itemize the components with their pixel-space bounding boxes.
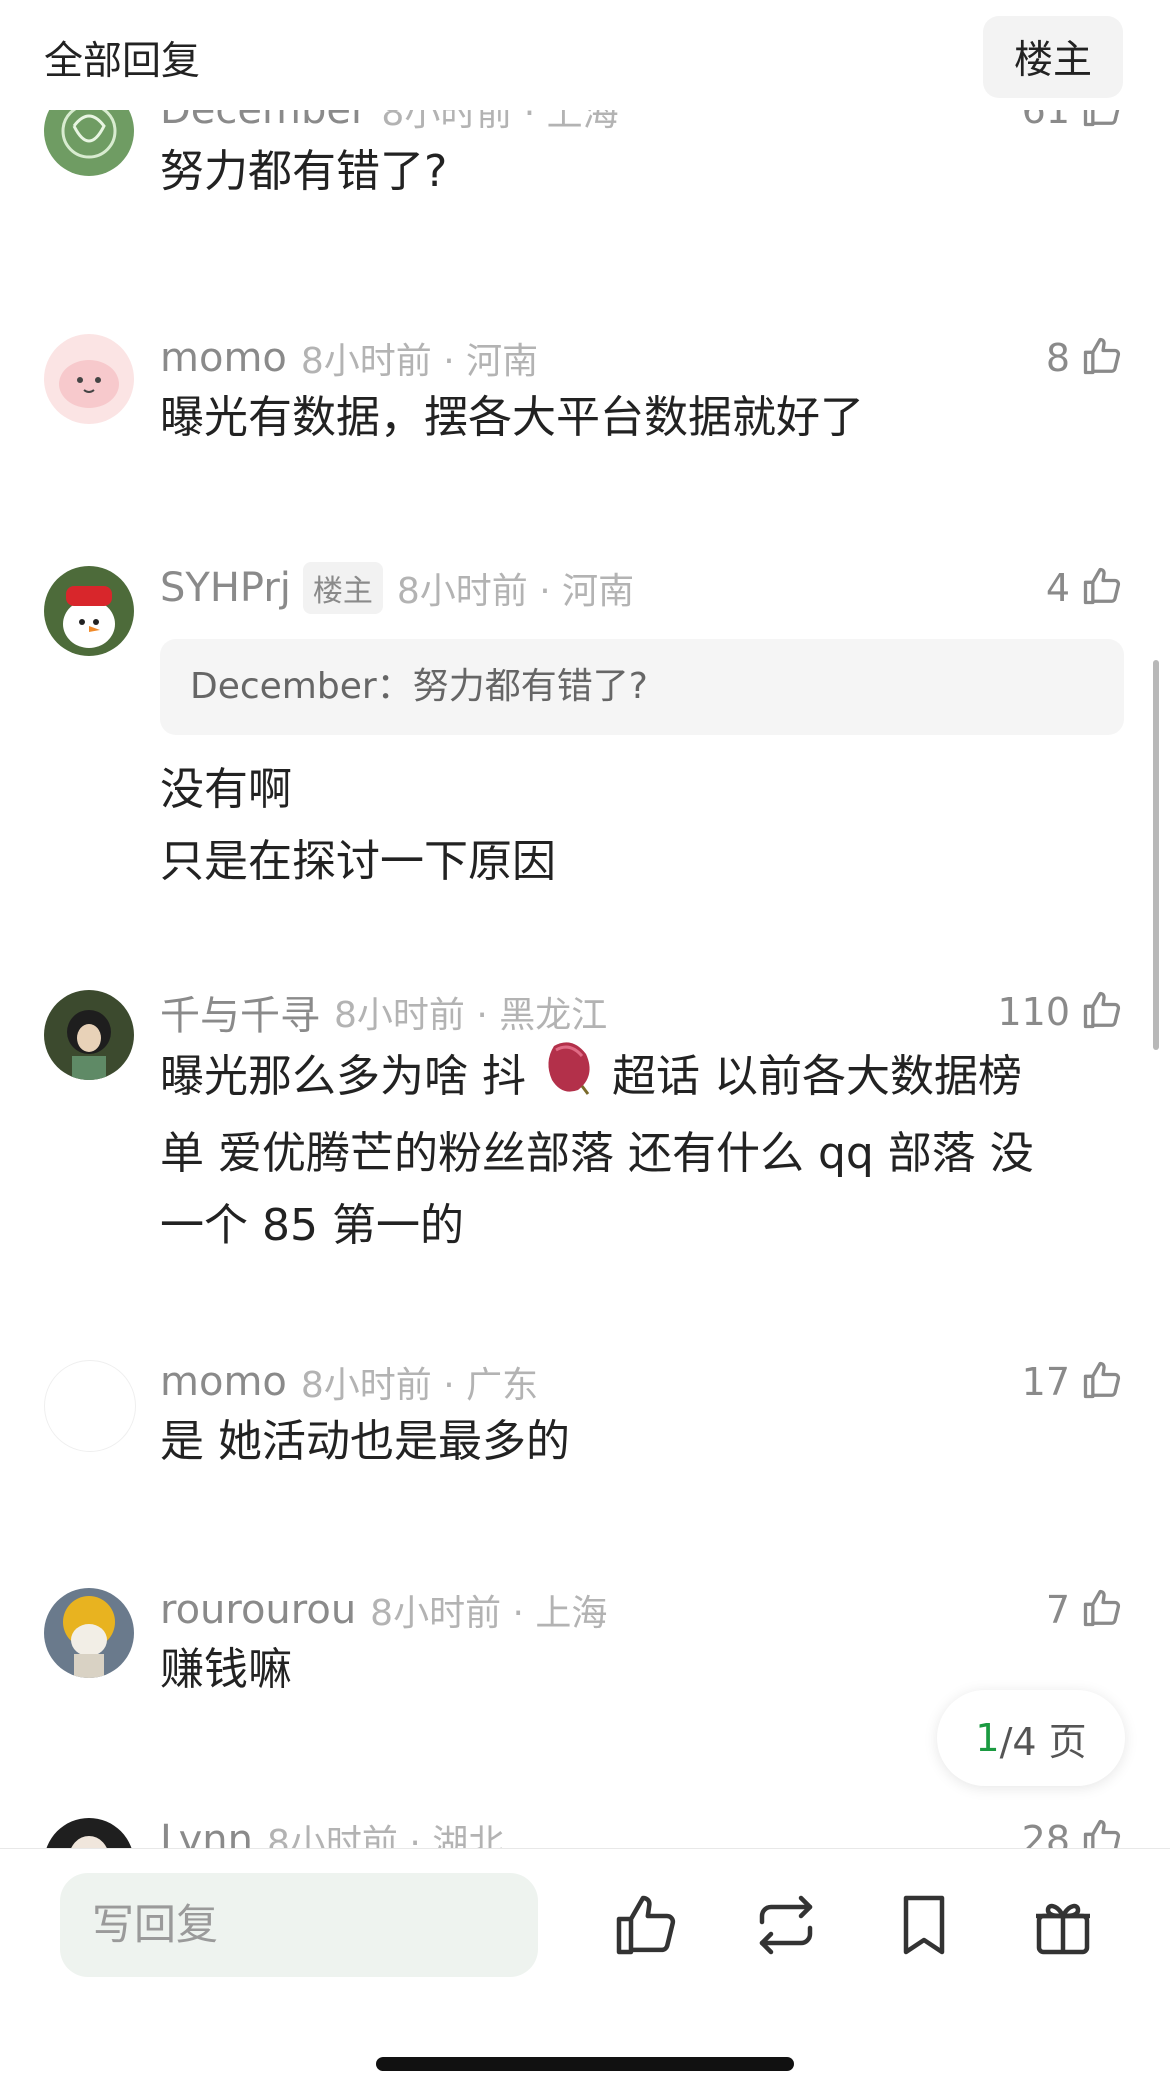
avatar[interactable] xyxy=(44,566,134,656)
timestamp: 8小时前 · 上海 xyxy=(370,1593,608,1634)
comment-meta: rourourou 8小时前 · 上海 xyxy=(160,1580,607,1640)
thumbs-up-icon xyxy=(610,1895,682,1965)
comment-meta: Lynn 8小时前 · 湖北 xyxy=(160,1810,504,1848)
timestamp: 8小时前 · 河南 xyxy=(300,341,539,382)
comment-meta: momo 8小时前 · 广东 xyxy=(160,1352,538,1412)
like-button[interactable]: 17 xyxy=(1022,1352,1124,1412)
scrollbar[interactable] xyxy=(1153,660,1159,1050)
bottom-action-bar: 写回复 xyxy=(0,1848,1170,2098)
gift-icon xyxy=(1027,1903,1099,1965)
reply-input[interactable]: 写回复 xyxy=(60,1873,538,1977)
username[interactable]: rourourou xyxy=(160,1587,356,1633)
comment-text: 没有啊 只是在探讨一下原因 xyxy=(160,764,556,887)
avatar[interactable] xyxy=(44,1588,134,1678)
avatar[interactable] xyxy=(44,1360,136,1452)
username[interactable]: momo xyxy=(160,335,287,381)
thumbs-up-icon xyxy=(1080,1586,1124,1634)
like-count: 7 xyxy=(1045,1588,1070,1632)
username[interactable]: momo xyxy=(160,1359,287,1405)
comment-feed[interactable]: December 8小时前 · 上海 61 努力都有错了? momo 8小时前 … xyxy=(0,0,1170,1848)
comment-meta: SYHPrj 楼主 8小时前 · 河南 xyxy=(160,558,634,618)
timestamp: 8小时前 · 广东 xyxy=(300,1365,539,1406)
thumbs-up-icon xyxy=(1080,564,1124,612)
like-button[interactable]: 110 xyxy=(997,982,1124,1042)
comment-meta: momo 8小时前 · 河南 xyxy=(160,328,538,388)
comment-text: 曝光有数据，摆各大平台数据就好了 xyxy=(160,392,864,443)
repost-button[interactable] xyxy=(750,1889,822,1961)
comment-meta: 千与千寻 8小时前 · 黑龙江 xyxy=(160,982,607,1042)
comment-text: 是 她活动也是最多的 xyxy=(160,1416,570,1467)
username[interactable]: 千与千寻 xyxy=(160,983,320,1041)
gift-button[interactable] xyxy=(1027,1889,1099,1961)
like-button[interactable]: 4 xyxy=(1046,558,1124,618)
comment-text: 努力都有错了? xyxy=(160,146,448,197)
repost-icon xyxy=(750,1895,822,1965)
username[interactable]: SYHPrj xyxy=(160,565,291,611)
total-pages: /4 页 xyxy=(999,1719,1087,1764)
timestamp: 8小时前 · 湖北 xyxy=(267,1823,505,1848)
sweet-potato-emoji xyxy=(542,1036,596,1118)
thumbs-up-icon xyxy=(1080,334,1124,382)
comment-text: 曝光那么多为啥 抖 超话 以前各大数据榜 单 爱优腾芒的粉丝部落 还有什么 qq… xyxy=(160,1036,1120,1262)
timestamp: 8小时前 · 黑龙江 xyxy=(334,995,608,1036)
bookmark-icon xyxy=(888,1895,960,1965)
current-page: 1 xyxy=(975,1716,1000,1760)
page-indicator-button[interactable]: 1/4 页 xyxy=(937,1690,1125,1786)
like-count: 8 xyxy=(1045,336,1070,380)
like-count: 17 xyxy=(1021,1360,1070,1404)
like-button[interactable]: 7 xyxy=(1046,1580,1124,1640)
thumbs-up-icon xyxy=(1080,1358,1124,1406)
home-indicator xyxy=(376,2057,794,2071)
op-badge: 楼主 xyxy=(302,562,383,614)
op-only-filter-button[interactable]: 楼主 xyxy=(983,16,1123,98)
like-post-button[interactable] xyxy=(610,1889,682,1961)
page-title: 全部回复 xyxy=(44,39,201,84)
like-count: 28 xyxy=(1021,1818,1070,1848)
avatar[interactable] xyxy=(44,1818,134,1848)
header-bar: 全部回复 楼主 xyxy=(0,0,1170,110)
like-button[interactable]: 8 xyxy=(1046,328,1124,388)
username[interactable]: Lynn xyxy=(160,1817,253,1848)
like-count: 4 xyxy=(1045,566,1070,610)
like-button[interactable]: 28 xyxy=(1022,1810,1124,1848)
avatar[interactable] xyxy=(44,334,134,424)
thumbs-up-icon xyxy=(1080,1816,1124,1848)
timestamp: 8小时前 · 河南 xyxy=(396,571,635,612)
like-count: 110 xyxy=(997,990,1070,1034)
avatar[interactable] xyxy=(44,990,134,1080)
bookmark-button[interactable] xyxy=(888,1889,960,1961)
thumbs-up-icon xyxy=(1080,988,1124,1036)
quoted-reply[interactable]: December：努力都有错了? xyxy=(160,639,1124,735)
